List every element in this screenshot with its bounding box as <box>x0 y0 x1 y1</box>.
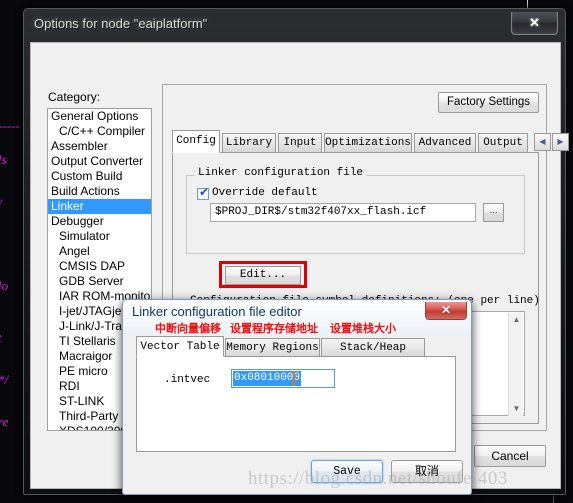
close-icon: ✕ <box>529 15 540 30</box>
linker-tabstrip: Config Library Input Optimizations Advanced O… <box>172 130 569 153</box>
linker-config-editor-tabstrip: Vector TableMemory RegionsStack/Heap Siz… <box>136 336 456 372</box>
inner-tab-vector-table[interactable]: Vector Table <box>136 336 224 357</box>
intvec-label: .intvec <box>164 374 211 386</box>
code-line: / <box>0 196 2 212</box>
tab-scroll-right-icon[interactable]: ▶ <box>552 133 569 151</box>
category-label: Category: <box>48 90 101 104</box>
linker-config-editor-title: Linker configuration file editor <box>132 304 302 319</box>
override-default-checkbox[interactable]: ✔ <box>197 185 210 200</box>
tab-config[interactable]: Config <box>172 130 220 153</box>
cancel-button[interactable]: 取消 <box>391 460 463 483</box>
linker-config-file-group-label: Linker configuration file <box>195 167 367 179</box>
intvec-value: 0x08010000 <box>233 371 302 386</box>
code-line: lo <box>0 278 9 293</box>
category-item-c-c-compiler[interactable]: C/C++ Compiler <box>48 124 151 139</box>
tab-optimizations[interactable]: Optimizations <box>324 133 412 152</box>
category-item-assembler[interactable]: Assembler <box>48 139 151 154</box>
vector-table-tab-page: .intvec 0x08010000 <box>136 356 456 452</box>
screen: ----- ls / lo t */ re Options for node "eaipla… <box>0 0 573 503</box>
category-item-linker[interactable]: Linker <box>48 199 151 214</box>
icf-path-input[interactable]: $PROJ_DIR$/stm32f407xx_flash.icf <box>210 203 476 222</box>
text-caret <box>293 371 295 386</box>
options-cancel-button[interactable]: Cancel <box>474 445 546 467</box>
tab-library[interactable]: Library <box>222 133 276 152</box>
tab-scroll-left-icon[interactable]: ◀ <box>534 133 551 151</box>
annotation-text-1: 中断向量偏移 <box>155 322 221 335</box>
category-item-general-options[interactable]: General Options <box>48 109 151 124</box>
linker-config-editor-dialog: Linker configuration file editor ✕ 中断向量偏… <box>122 299 472 495</box>
override-default-label: Override default <box>212 187 318 199</box>
symbol-definitions-scrollbar[interactable]: ▲ ▼ <box>508 313 523 416</box>
category-item-gdb-server[interactable]: GDB Server <box>48 274 151 289</box>
code-line: re <box>0 414 9 429</box>
icf-browse-button[interactable]: ... <box>483 203 504 222</box>
linker-config-editor-close-button[interactable]: ✕ <box>425 302 467 320</box>
factory-settings-button[interactable]: Factory Settings <box>438 92 539 113</box>
category-item-output-converter[interactable]: Output Converter <box>48 154 151 169</box>
checkmark-icon: ✔ <box>199 185 210 199</box>
category-item-debugger[interactable]: Debugger <box>48 214 151 229</box>
category-item-angel[interactable]: Angel <box>48 244 151 259</box>
options-dialog-close-button[interactable]: ✕ <box>511 12 558 35</box>
annotation-text-2: 设置程序存储地址 <box>230 322 318 335</box>
category-item-build-actions[interactable]: Build Actions <box>48 184 151 199</box>
close-icon: ✕ <box>440 303 452 317</box>
category-item-custom-build[interactable]: Custom Build <box>48 169 151 184</box>
options-dialog-titlebar[interactable]: Options for node "eaiplatform" ✕ <box>24 9 565 40</box>
tab-advanced[interactable]: Advanced <box>414 133 476 152</box>
code-line: */ <box>0 372 9 387</box>
code-line: ls <box>0 152 7 167</box>
tab-output[interactable]: Output <box>478 133 528 152</box>
annotation-text-3: 设置堆栈大小 <box>330 322 396 335</box>
inner-tab-memory-regions[interactable]: Memory Regions <box>225 338 320 356</box>
scroll-down-icon[interactable]: ▼ <box>509 402 524 416</box>
inner-tab-stack-heap-sizes[interactable]: Stack/Heap Sizes <box>321 338 425 372</box>
edit-button[interactable]: Edit... <box>225 266 301 285</box>
code-line: t <box>0 330 2 346</box>
category-item-simulator[interactable]: Simulator <box>48 229 151 244</box>
tab-input[interactable]: Input <box>278 133 322 152</box>
category-item-cmsis-dap[interactable]: CMSIS DAP <box>48 259 151 274</box>
intvec-input[interactable]: 0x08010000 <box>231 369 335 388</box>
save-button[interactable]: Save <box>311 460 383 483</box>
code-line: ----- <box>0 118 20 133</box>
options-dialog-title: Options for node "eaiplatform" <box>34 16 208 31</box>
scroll-up-icon[interactable]: ▲ <box>509 313 524 327</box>
